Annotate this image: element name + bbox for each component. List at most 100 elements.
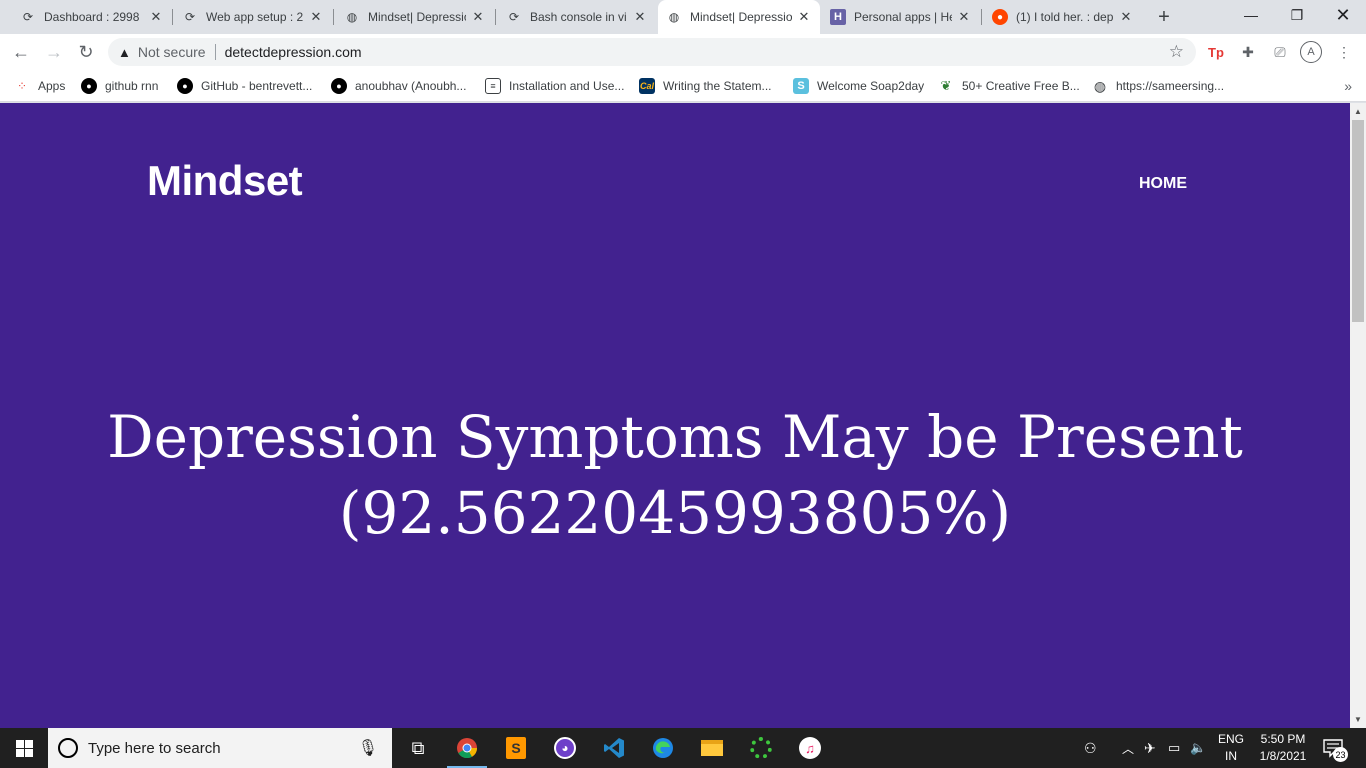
tab-personal-apps[interactable]: H Personal apps | He ✕ — [822, 0, 980, 34]
bookmark-label: Writing the Statem... — [663, 79, 772, 93]
language-code: ENG — [1217, 732, 1244, 746]
edge-icon — [653, 738, 673, 758]
airplane-mode-icon[interactable]: ✈ — [1144, 728, 1156, 768]
people-icon[interactable]: ⚇ — [1084, 728, 1097, 768]
bookmark-label: Welcome Soap2day — [817, 79, 925, 93]
task-view-icon[interactable]: ⧉ — [394, 728, 442, 768]
microphone-icon[interactable]: 🎙 — [358, 738, 378, 758]
tab-web-app-setup[interactable]: ⟳ Web app setup : 2 ✕ — [174, 0, 332, 34]
tab-title: (1) I told her. : dep — [1016, 10, 1114, 24]
cast-icon[interactable]: ⎚ — [1270, 42, 1290, 62]
close-icon[interactable]: ✕ — [956, 9, 972, 25]
itunes-taskbar-icon[interactable]: ♫ — [786, 728, 834, 768]
file-explorer-taskbar-icon[interactable] — [688, 728, 736, 768]
system-clock[interactable]: 5:50 PM 1/8/2021 — [1254, 731, 1312, 765]
divider — [214, 44, 216, 60]
tab-reddit[interactable]: ● (1) I told her. : dep ✕ — [984, 0, 1142, 34]
close-icon[interactable]: ✕ — [308, 9, 324, 25]
bookmark-installation[interactable]: ≡ Installation and Use... — [485, 76, 624, 96]
scrollbar-thumb[interactable] — [1352, 120, 1364, 322]
scroll-down-arrow-icon[interactable]: ▼ — [1350, 715, 1366, 724]
bookmark-writing-statement[interactable]: Cal Writing the Statem... — [639, 76, 772, 96]
bookmark-label: Installation and Use... — [509, 79, 625, 93]
action-center-button[interactable]: 23 — [1320, 736, 1348, 762]
cortana-icon — [58, 738, 78, 758]
bookmark-apps[interactable]: ⁘ Apps — [14, 76, 65, 96]
restore-button[interactable]: ❐ — [1274, 0, 1320, 30]
back-button[interactable]: ← — [8, 39, 34, 65]
scroll-up-arrow-icon[interactable]: ▲ — [1350, 107, 1366, 116]
forward-button[interactable]: → — [41, 39, 67, 65]
vscode-taskbar-icon[interactable] — [590, 728, 638, 768]
reddit-icon: ● — [992, 9, 1008, 25]
bookmark-label: Apps — [38, 79, 66, 93]
bookmark-github-bentrevett[interactable]: ● GitHub - bentrevett... — [177, 76, 312, 96]
warning-icon[interactable]: ▲ — [118, 45, 131, 60]
clock-time: 5:50 PM — [1260, 732, 1306, 746]
bookmark-label: 50+ Creative Free B... — [962, 79, 1080, 93]
close-window-button[interactable]: ✕ — [1320, 0, 1366, 30]
globe-icon: ◍ — [1093, 77, 1107, 94]
address-bar[interactable]: ▲ Not secure detectdepression.com ☆ — [108, 38, 1196, 66]
vscode-icon — [604, 738, 624, 758]
bookmark-github-rnn[interactable]: ● github rnn — [81, 76, 158, 96]
bookmark-star-icon[interactable]: ☆ — [1169, 42, 1184, 62]
search-placeholder: Type here to search — [88, 739, 221, 757]
apps-grid-icon: ⁘ — [16, 79, 28, 93]
menu-dots-icon[interactable]: ⋮ — [1334, 42, 1354, 62]
chrome-taskbar-icon[interactable] — [443, 728, 491, 768]
tab-mindset-1[interactable]: ◍ Mindset| Depressio ✕ — [336, 0, 494, 34]
chevron-up-icon[interactable]: ︿ — [1122, 728, 1134, 768]
bookmarks-overflow-icon[interactable]: » — [1344, 78, 1352, 94]
sublime-text-taskbar-icon[interactable]: S — [492, 728, 540, 768]
extensions-puzzle-icon[interactable]: ✚ — [1238, 42, 1258, 62]
bookmark-sameersing[interactable]: ◍ https://sameersing... — [1092, 76, 1224, 96]
green-app-taskbar-icon[interactable] — [737, 728, 785, 768]
tab-separator — [495, 9, 496, 25]
bookmark-label: https://sameersing... — [1116, 79, 1225, 93]
green-ring-icon — [750, 737, 772, 759]
language-indicator[interactable]: ENG IN — [1216, 731, 1246, 765]
soap2day-icon: S — [793, 78, 809, 94]
windows-taskbar: Type here to search 🎙 ⧉ S ◕ ♫ ⚇ ︿ ✈ ▭ 🔈 … — [0, 728, 1366, 768]
headline-line-2: (92.56220459938​05%) — [338, 479, 1012, 547]
bookmark-creative-free[interactable]: ❦ 50+ Creative Free B... — [938, 76, 1080, 96]
tab-title: Mindset| Depressio — [368, 10, 466, 24]
chrome-icon — [457, 738, 478, 759]
security-label[interactable]: Not secure — [138, 44, 206, 60]
bookmark-soap2day[interactable]: S Welcome Soap2day — [793, 76, 924, 96]
tp-extension-icon[interactable]: Tp — [1206, 42, 1226, 62]
tab-dashboard[interactable]: ⟳ Dashboard : 2998 ✕ — [12, 0, 172, 34]
tab-separator — [172, 9, 173, 25]
close-icon[interactable]: ✕ — [470, 9, 486, 25]
reload-button[interactable]: ↻ — [73, 39, 99, 65]
tab-mindset-active[interactable]: ◍ Mindset| Depressio ✕ — [658, 0, 820, 34]
close-icon[interactable]: ✕ — [1118, 9, 1134, 25]
loading-spinner-icon: ⟳ — [508, 10, 520, 24]
cal-icon: Cal — [639, 78, 655, 94]
volume-icon[interactable]: 🔈 — [1190, 728, 1206, 768]
github-desktop-taskbar-icon[interactable]: ◕ — [541, 728, 589, 768]
close-icon[interactable]: ✕ — [796, 9, 812, 25]
loading-spinner-icon: ⟳ — [22, 10, 34, 24]
close-icon[interactable]: ✕ — [148, 9, 164, 25]
page-scrollbar[interactable]: ▲ ▼ — [1350, 103, 1366, 728]
close-icon[interactable]: ✕ — [632, 9, 648, 25]
tab-bash-console[interactable]: ⟳ Bash console in vi ✕ — [498, 0, 656, 34]
profile-avatar-icon[interactable]: A — [1300, 41, 1322, 63]
clock-date: 1/8/2021 — [1259, 749, 1307, 763]
start-button[interactable] — [0, 728, 48, 768]
edge-taskbar-icon[interactable] — [639, 728, 687, 768]
windows-logo-icon — [15, 739, 33, 757]
bookmark-anoubhav[interactable]: ● anoubhav (Anoubh... — [331, 76, 466, 96]
site-logo[interactable]: Mindset — [147, 157, 303, 205]
sublime-text-icon: S — [506, 737, 526, 759]
page-content: Mindset HOME Depression Symptoms May be … — [0, 103, 1350, 728]
tab-separator — [981, 9, 982, 25]
minimize-button[interactable]: — — [1228, 0, 1274, 30]
url-text[interactable]: detectdepression.com — [225, 44, 362, 60]
nav-home-link[interactable]: HOME — [1139, 175, 1187, 193]
new-tab-button[interactable]: + — [1152, 6, 1176, 28]
battery-icon[interactable]: ▭ — [1168, 728, 1180, 768]
taskbar-search[interactable]: Type here to search 🎙 — [48, 728, 392, 768]
